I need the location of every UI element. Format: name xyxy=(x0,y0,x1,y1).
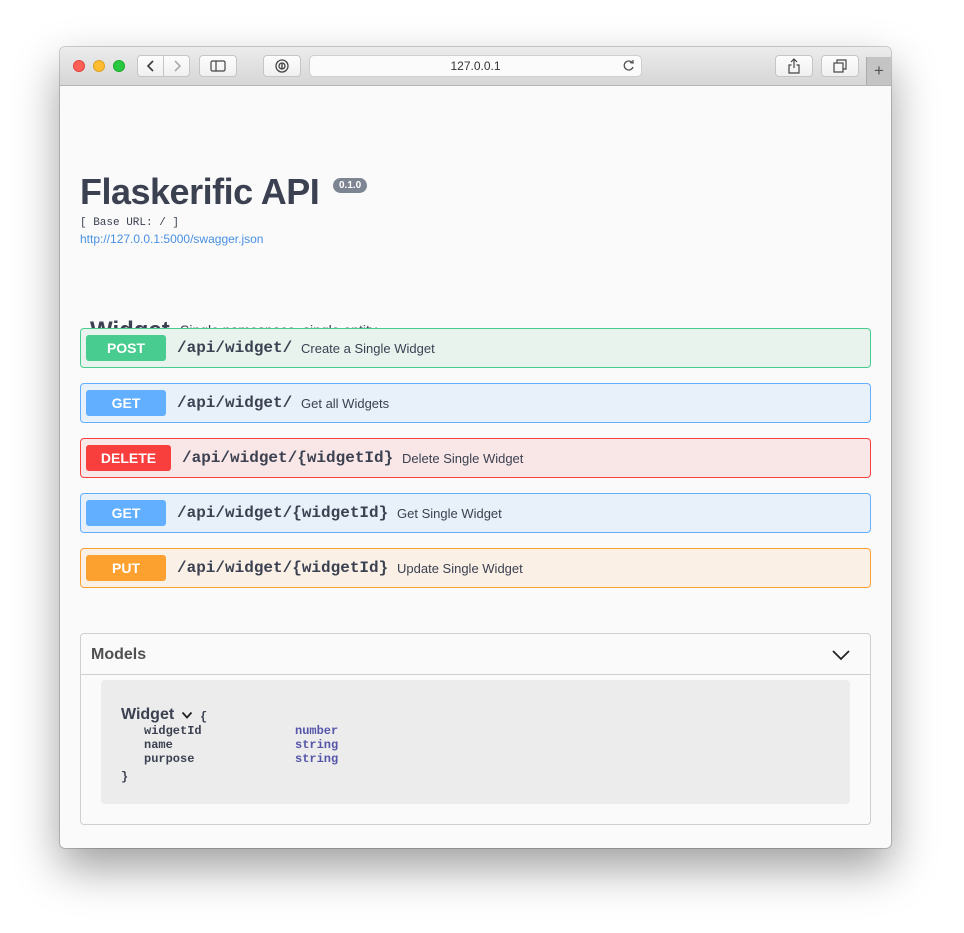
model-widget: Widget { widgetId number name string pur… xyxy=(101,680,850,804)
method-badge: POST xyxy=(86,335,166,361)
operation-put-widget[interactable]: PUT /api/widget/{widgetId} Update Single… xyxy=(80,548,871,588)
plus-icon: + xyxy=(874,61,884,80)
models-header[interactable]: Models xyxy=(81,634,870,675)
method-badge: GET xyxy=(86,500,166,526)
brace-open: { xyxy=(200,710,208,724)
close-window-button[interactable] xyxy=(73,60,85,72)
model-name[interactable]: Widget xyxy=(121,706,174,724)
password-button[interactable] xyxy=(263,55,301,77)
property-name: purpose xyxy=(144,752,195,766)
operation-summary: Get Single Widget xyxy=(397,506,502,521)
operation-summary: Update Single Widget xyxy=(397,561,523,576)
base-url: [ Base URL: / ] xyxy=(80,217,180,229)
method-badge: GET xyxy=(86,390,166,416)
address-bar[interactable]: 127.0.0.1 xyxy=(309,55,642,77)
operation-path: /api/widget/ xyxy=(177,394,293,412)
address-text: 127.0.0.1 xyxy=(450,59,501,73)
operation-path: /api/widget/{widgetId} xyxy=(177,504,389,522)
sidebar-icon xyxy=(210,60,226,72)
operation-path: /api/widget/{widgetId} xyxy=(182,449,394,467)
property-name: name xyxy=(144,738,173,752)
version-badge: 0.1.0 xyxy=(333,178,368,193)
property-name: widgetId xyxy=(144,724,202,738)
zoom-window-button[interactable] xyxy=(113,60,125,72)
operation-get-widget[interactable]: GET /api/widget/{widgetId} Get Single Wi… xyxy=(80,493,871,533)
property-type: string xyxy=(295,752,339,766)
models-section: Models Widget { widgetId number name str… xyxy=(80,633,871,825)
page-content: Flaskerific API 0.1.0 [ Base URL: / ] ht… xyxy=(60,86,891,848)
share-icon xyxy=(788,58,800,74)
models-title: Models xyxy=(91,646,147,663)
operation-path: /api/widget/{widgetId} xyxy=(177,559,389,577)
operation-get-widgets[interactable]: GET /api/widget/ Get all Widgets xyxy=(80,383,871,423)
forward-button[interactable] xyxy=(163,55,190,77)
minimize-window-button[interactable] xyxy=(93,60,105,72)
page-title: Flaskerific API xyxy=(80,171,320,212)
property-type: string xyxy=(295,738,339,752)
chevron-down-icon[interactable] xyxy=(831,649,851,661)
tab-overview-button[interactable] xyxy=(821,55,859,77)
method-badge: PUT xyxy=(86,555,166,581)
tabs-icon xyxy=(833,59,847,73)
chevron-down-icon[interactable] xyxy=(181,711,193,720)
property-type: number xyxy=(295,724,339,738)
sidebar-button[interactable] xyxy=(199,55,237,77)
brace-close: } xyxy=(121,770,129,784)
method-badge: DELETE xyxy=(86,445,171,471)
browser-window: 127.0.0.1 + Flaskerific API 0.1.0 [ Base… xyxy=(60,47,891,848)
operation-summary: Delete Single Widget xyxy=(402,451,524,466)
password-key-icon xyxy=(275,59,289,73)
browser-toolbar: 127.0.0.1 + xyxy=(60,47,891,86)
new-tab-button[interactable]: + xyxy=(866,57,891,85)
reload-icon[interactable] xyxy=(622,59,635,75)
operation-delete-widget[interactable]: DELETE /api/widget/{widgetId} Delete Sin… xyxy=(80,438,871,478)
swagger-json-link[interactable]: http://127.0.0.1:5000/swagger.json xyxy=(80,232,263,246)
operation-summary: Get all Widgets xyxy=(301,396,390,411)
chevron-left-icon xyxy=(146,60,154,72)
operation-path: /api/widget/ xyxy=(177,339,293,357)
share-button[interactable] xyxy=(775,55,813,77)
back-button[interactable] xyxy=(137,55,164,77)
operation-post-widget[interactable]: POST /api/widget/ Create a Single Widget xyxy=(80,328,871,368)
chevron-right-icon xyxy=(173,60,181,72)
operation-summary: Create a Single Widget xyxy=(301,341,435,356)
